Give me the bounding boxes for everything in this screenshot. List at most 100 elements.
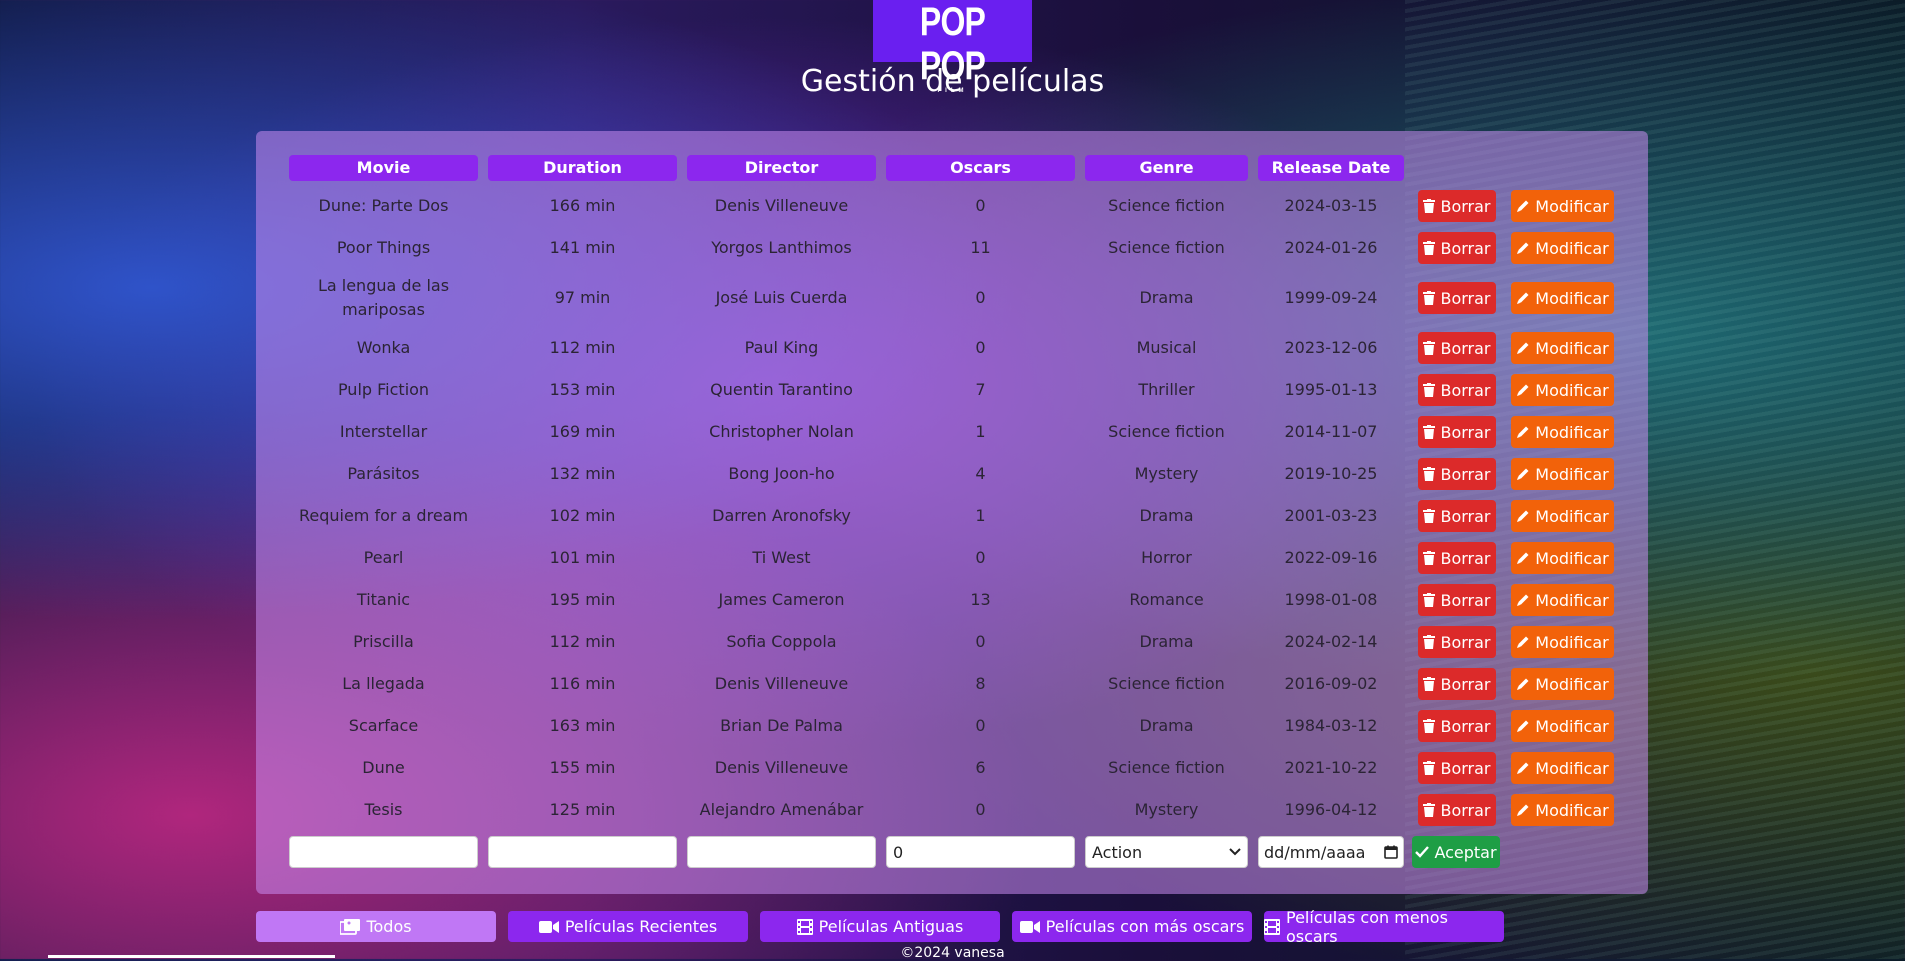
cell-oscars: 1 — [975, 422, 986, 441]
modify-button[interactable]: Modificar — [1511, 332, 1614, 364]
cell-director: Sofia Coppola — [726, 632, 837, 651]
cell-release-date: 1998-01-08 — [1284, 590, 1378, 609]
modify-button[interactable]: Modificar — [1511, 458, 1614, 490]
cell-duration: 101 min — [549, 548, 616, 567]
cell-release-date: 2024-03-15 — [1284, 196, 1378, 215]
cell-duration: 141 min — [549, 238, 616, 257]
cell-release-date: 2016-09-02 — [1284, 674, 1378, 693]
delete-button[interactable]: Borrar — [1418, 232, 1496, 264]
cell-movie: Priscilla — [353, 632, 414, 651]
delete-button[interactable]: Borrar — [1418, 710, 1496, 742]
delete-button[interactable]: Borrar — [1418, 794, 1496, 826]
cell-oscars: 0 — [975, 288, 986, 307]
pencil-icon — [1516, 199, 1530, 213]
cell-genre: Drama — [1139, 716, 1194, 735]
cell-movie: Poor Things — [336, 238, 431, 257]
chevron-down-icon — [1229, 848, 1241, 856]
cell-director: José Luis Cuerda — [715, 288, 848, 307]
trash-icon — [1423, 383, 1436, 397]
cell-movie: Parásitos — [347, 464, 420, 483]
cell-oscars: 0 — [975, 196, 986, 215]
cell-genre: Drama — [1139, 632, 1194, 651]
cell-release-date: 2001-03-23 — [1284, 506, 1378, 525]
modify-button[interactable]: Modificar — [1511, 542, 1614, 574]
cell-director: James Cameron — [718, 590, 845, 609]
pencil-icon — [1516, 341, 1530, 355]
cell-director: Paul King — [744, 338, 819, 357]
modify-button[interactable]: Modificar — [1511, 232, 1614, 264]
pencil-icon — [1516, 509, 1530, 523]
filter-all-button[interactable]: Todos — [256, 911, 496, 942]
modify-button[interactable]: Modificar — [1511, 584, 1614, 616]
modify-button[interactable]: Modificar — [1511, 710, 1614, 742]
filter-least-oscars-button[interactable]: Películas con menos oscars — [1264, 908, 1504, 946]
modify-button[interactable]: Modificar — [1511, 752, 1614, 784]
trash-icon — [1423, 467, 1436, 481]
modify-button[interactable]: Modificar — [1511, 416, 1614, 448]
modify-button[interactable]: Modificar — [1511, 794, 1614, 826]
trash-icon — [1423, 341, 1436, 355]
modify-button[interactable]: Modificar — [1511, 668, 1614, 700]
modify-button[interactable]: Modificar — [1511, 374, 1614, 406]
pencil-icon — [1516, 593, 1530, 607]
cell-movie: Dune: Parte Dos — [318, 196, 449, 215]
cell-director: Denis Villeneuve — [714, 758, 849, 777]
cell-oscars: 8 — [975, 674, 986, 693]
pencil-icon — [1516, 803, 1530, 817]
video-camera-icon — [538, 920, 559, 934]
cell-oscars: 0 — [975, 548, 986, 567]
cell-oscars: 0 — [975, 632, 986, 651]
delete-button[interactable]: Borrar — [1418, 626, 1496, 658]
oscars-input[interactable]: 0 — [886, 836, 1075, 868]
modify-button[interactable]: Modificar — [1511, 500, 1614, 532]
director-input[interactable] — [687, 836, 876, 868]
cell-oscars: 0 — [975, 338, 986, 357]
column-header-duration: Duration — [488, 155, 677, 181]
modify-button[interactable]: Modificar — [1511, 282, 1614, 314]
cell-duration: 132 min — [549, 464, 616, 483]
pencil-icon — [1516, 425, 1530, 439]
filter-most-oscars-button[interactable]: Películas con más oscars — [1012, 911, 1252, 942]
modify-button[interactable]: Modificar — [1511, 626, 1614, 658]
trash-icon — [1423, 635, 1436, 649]
modify-button[interactable]: Modificar — [1511, 190, 1614, 222]
images-icon — [340, 918, 361, 935]
cell-genre: Science fiction — [1108, 674, 1225, 693]
duration-input[interactable] — [488, 836, 677, 868]
filter-old-button[interactable]: Películas Antiguas — [760, 911, 1000, 942]
cell-genre: Horror — [1141, 548, 1192, 567]
film-icon — [1264, 918, 1280, 935]
cell-duration: 166 min — [549, 196, 616, 215]
delete-button[interactable]: Borrar — [1418, 500, 1496, 532]
genre-select[interactable]: Action — [1085, 836, 1248, 868]
delete-button[interactable]: Borrar — [1418, 458, 1496, 490]
cell-genre: Romance — [1129, 590, 1204, 609]
cell-movie: Scarface — [348, 716, 419, 735]
release-date-input[interactable]: dd/mm/aaaa — [1258, 836, 1404, 868]
pencil-icon — [1516, 467, 1530, 481]
delete-button[interactable]: Borrar — [1418, 190, 1496, 222]
cell-duration: 163 min — [549, 716, 616, 735]
delete-button[interactable]: Borrar — [1418, 374, 1496, 406]
trash-icon — [1423, 803, 1436, 817]
cell-oscars: 11 — [970, 238, 991, 257]
cell-release-date: 2022-09-16 — [1284, 548, 1378, 567]
cell-duration: 125 min — [549, 800, 616, 819]
delete-button[interactable]: Borrar — [1418, 752, 1496, 784]
delete-button[interactable]: Borrar — [1418, 542, 1496, 574]
check-icon — [1415, 846, 1430, 858]
delete-button[interactable]: Borrar — [1418, 668, 1496, 700]
cell-movie: Tesis — [364, 800, 403, 819]
column-header-release-date: Release Date — [1258, 155, 1404, 181]
trash-icon — [1423, 761, 1436, 775]
delete-button[interactable]: Borrar — [1418, 584, 1496, 616]
delete-button[interactable]: Borrar — [1418, 282, 1496, 314]
trash-icon — [1423, 509, 1436, 523]
delete-button[interactable]: Borrar — [1418, 416, 1496, 448]
accept-button[interactable]: Aceptar — [1412, 836, 1500, 868]
movie-input[interactable] — [289, 836, 478, 868]
delete-button[interactable]: Borrar — [1418, 332, 1496, 364]
trash-icon — [1423, 291, 1436, 305]
cell-release-date: 2024-02-14 — [1284, 632, 1378, 651]
filter-recent-button[interactable]: Películas Recientes — [508, 911, 748, 942]
